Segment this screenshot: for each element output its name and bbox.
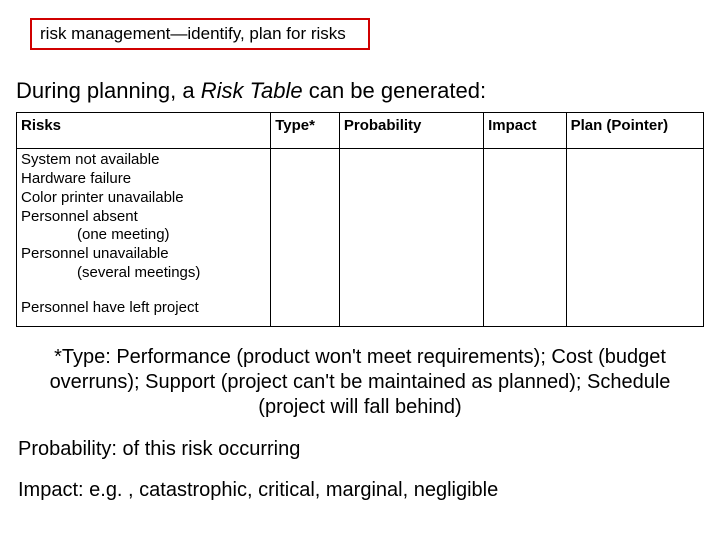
probability-definition: Probability: of this risk occurring: [18, 438, 704, 461]
empty-cell: [566, 297, 703, 327]
header-risks: Risks: [17, 113, 271, 149]
risk-line: Hardware failure: [21, 170, 131, 187]
empty-cell: [484, 149, 566, 285]
risk-cell: Personnel have left project: [17, 297, 271, 327]
empty-cell: [271, 149, 340, 285]
title-box: risk management—identify, plan for risks: [30, 18, 370, 50]
intro-line: During planning, a Risk Table can be gen…: [16, 78, 704, 104]
header-plan: Plan (Pointer): [566, 113, 703, 149]
table-row: [17, 285, 704, 297]
header-impact: Impact: [484, 113, 566, 149]
risk-line: Color printer unavailable: [21, 189, 184, 206]
risk-line: Personnel unavailable: [21, 245, 169, 262]
header-probability: Probability: [339, 113, 483, 149]
empty-cell: [339, 149, 483, 285]
table-row: Personnel have left project: [17, 297, 704, 327]
risk-line-indent: (one meeting): [21, 226, 170, 245]
impact-definition: Impact: e.g. , catastrophic, critical, m…: [18, 479, 704, 502]
risk-cell: System not available Hardware failure Co…: [17, 149, 271, 285]
intro-suffix: can be generated:: [303, 78, 486, 103]
empty-cell: [484, 297, 566, 327]
empty-cell: [566, 149, 703, 285]
title-text: risk management—identify, plan for risks: [40, 24, 346, 43]
risk-line: System not available: [21, 151, 159, 168]
header-type: Type*: [271, 113, 340, 149]
risk-line-indent: (several meetings): [21, 264, 200, 283]
intro-emphasis: Risk Table: [201, 78, 303, 103]
table-header-row: Risks Type* Probability Impact Plan (Poi…: [17, 113, 704, 149]
risk-table: Risks Type* Probability Impact Plan (Poi…: [16, 112, 704, 326]
empty-cell: [271, 297, 340, 327]
table-row: System not available Hardware failure Co…: [17, 149, 704, 285]
empty-cell: [339, 297, 483, 327]
intro-prefix: During planning, a: [16, 78, 201, 103]
risk-line: Personnel absent: [21, 208, 138, 225]
type-footnote: *Type: Performance (product won't meet r…: [44, 345, 676, 420]
